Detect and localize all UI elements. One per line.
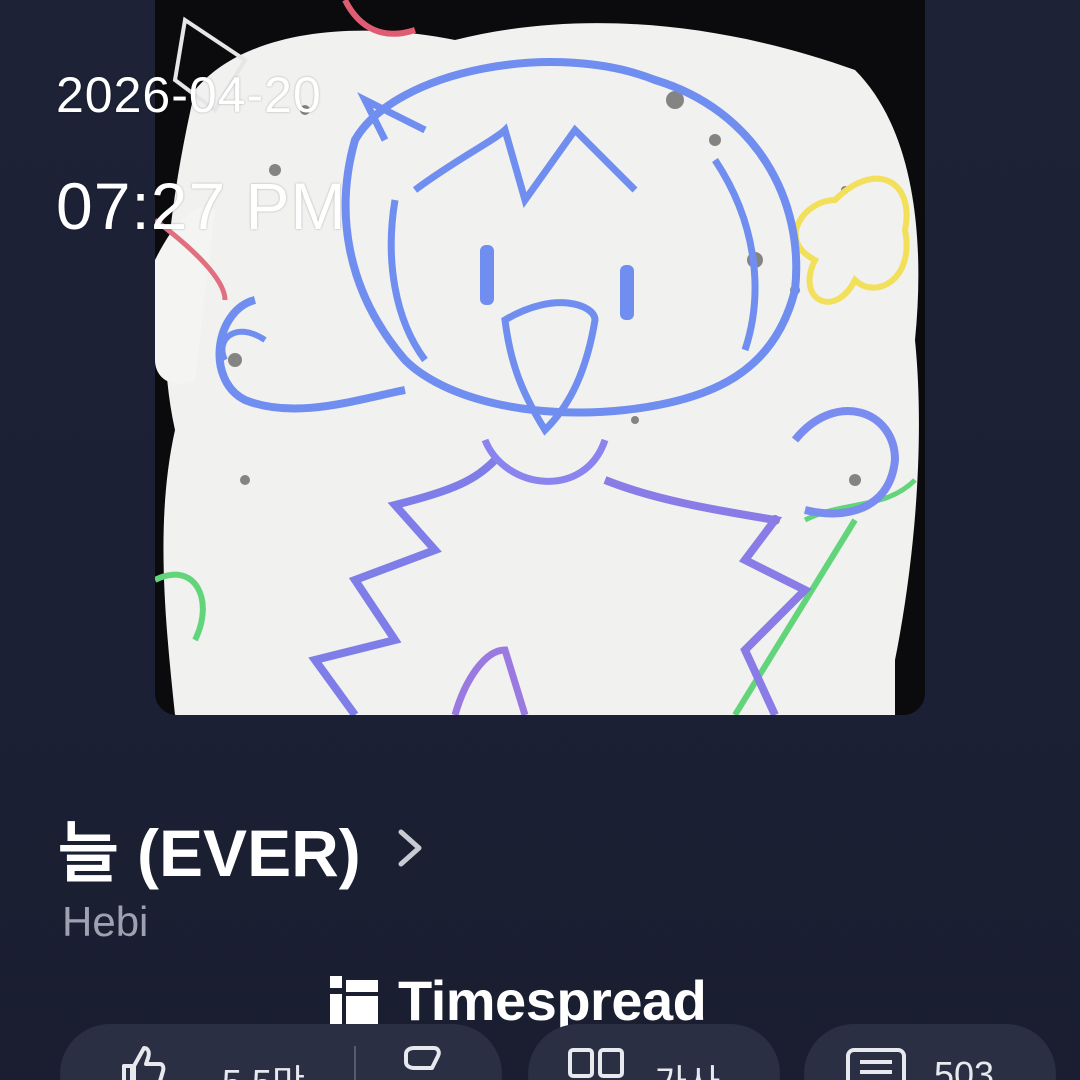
timespread-logo-icon xyxy=(330,975,378,1026)
overlay-date: 2026-04-20 xyxy=(56,67,322,123)
lyrics-icon xyxy=(568,1048,624,1078)
artist-name[interactable]: Hebi xyxy=(62,898,148,946)
like-count[interactable]: 5.5만 xyxy=(222,1054,305,1080)
chevron-right-icon xyxy=(398,829,422,867)
comments-button[interactable]: 503 xyxy=(804,1024,1056,1080)
comment-count: 503 xyxy=(934,1054,995,1080)
overlay-time: 07:27 PM xyxy=(56,169,347,243)
lyrics-button[interactable]: 가사 xyxy=(528,1024,780,1080)
lyrics-label: 가사 xyxy=(654,1054,720,1080)
thumbs-up-icon[interactable] xyxy=(118,1044,166,1080)
like-share-pill: 5.5만 xyxy=(60,1024,502,1080)
share-icon[interactable] xyxy=(396,1044,444,1080)
song-title-row[interactable]: 늘 (EVER) xyxy=(58,800,425,896)
pill-divider xyxy=(354,1046,356,1080)
comment-icon xyxy=(846,1048,906,1080)
song-title: 늘 (EVER) xyxy=(58,816,361,890)
